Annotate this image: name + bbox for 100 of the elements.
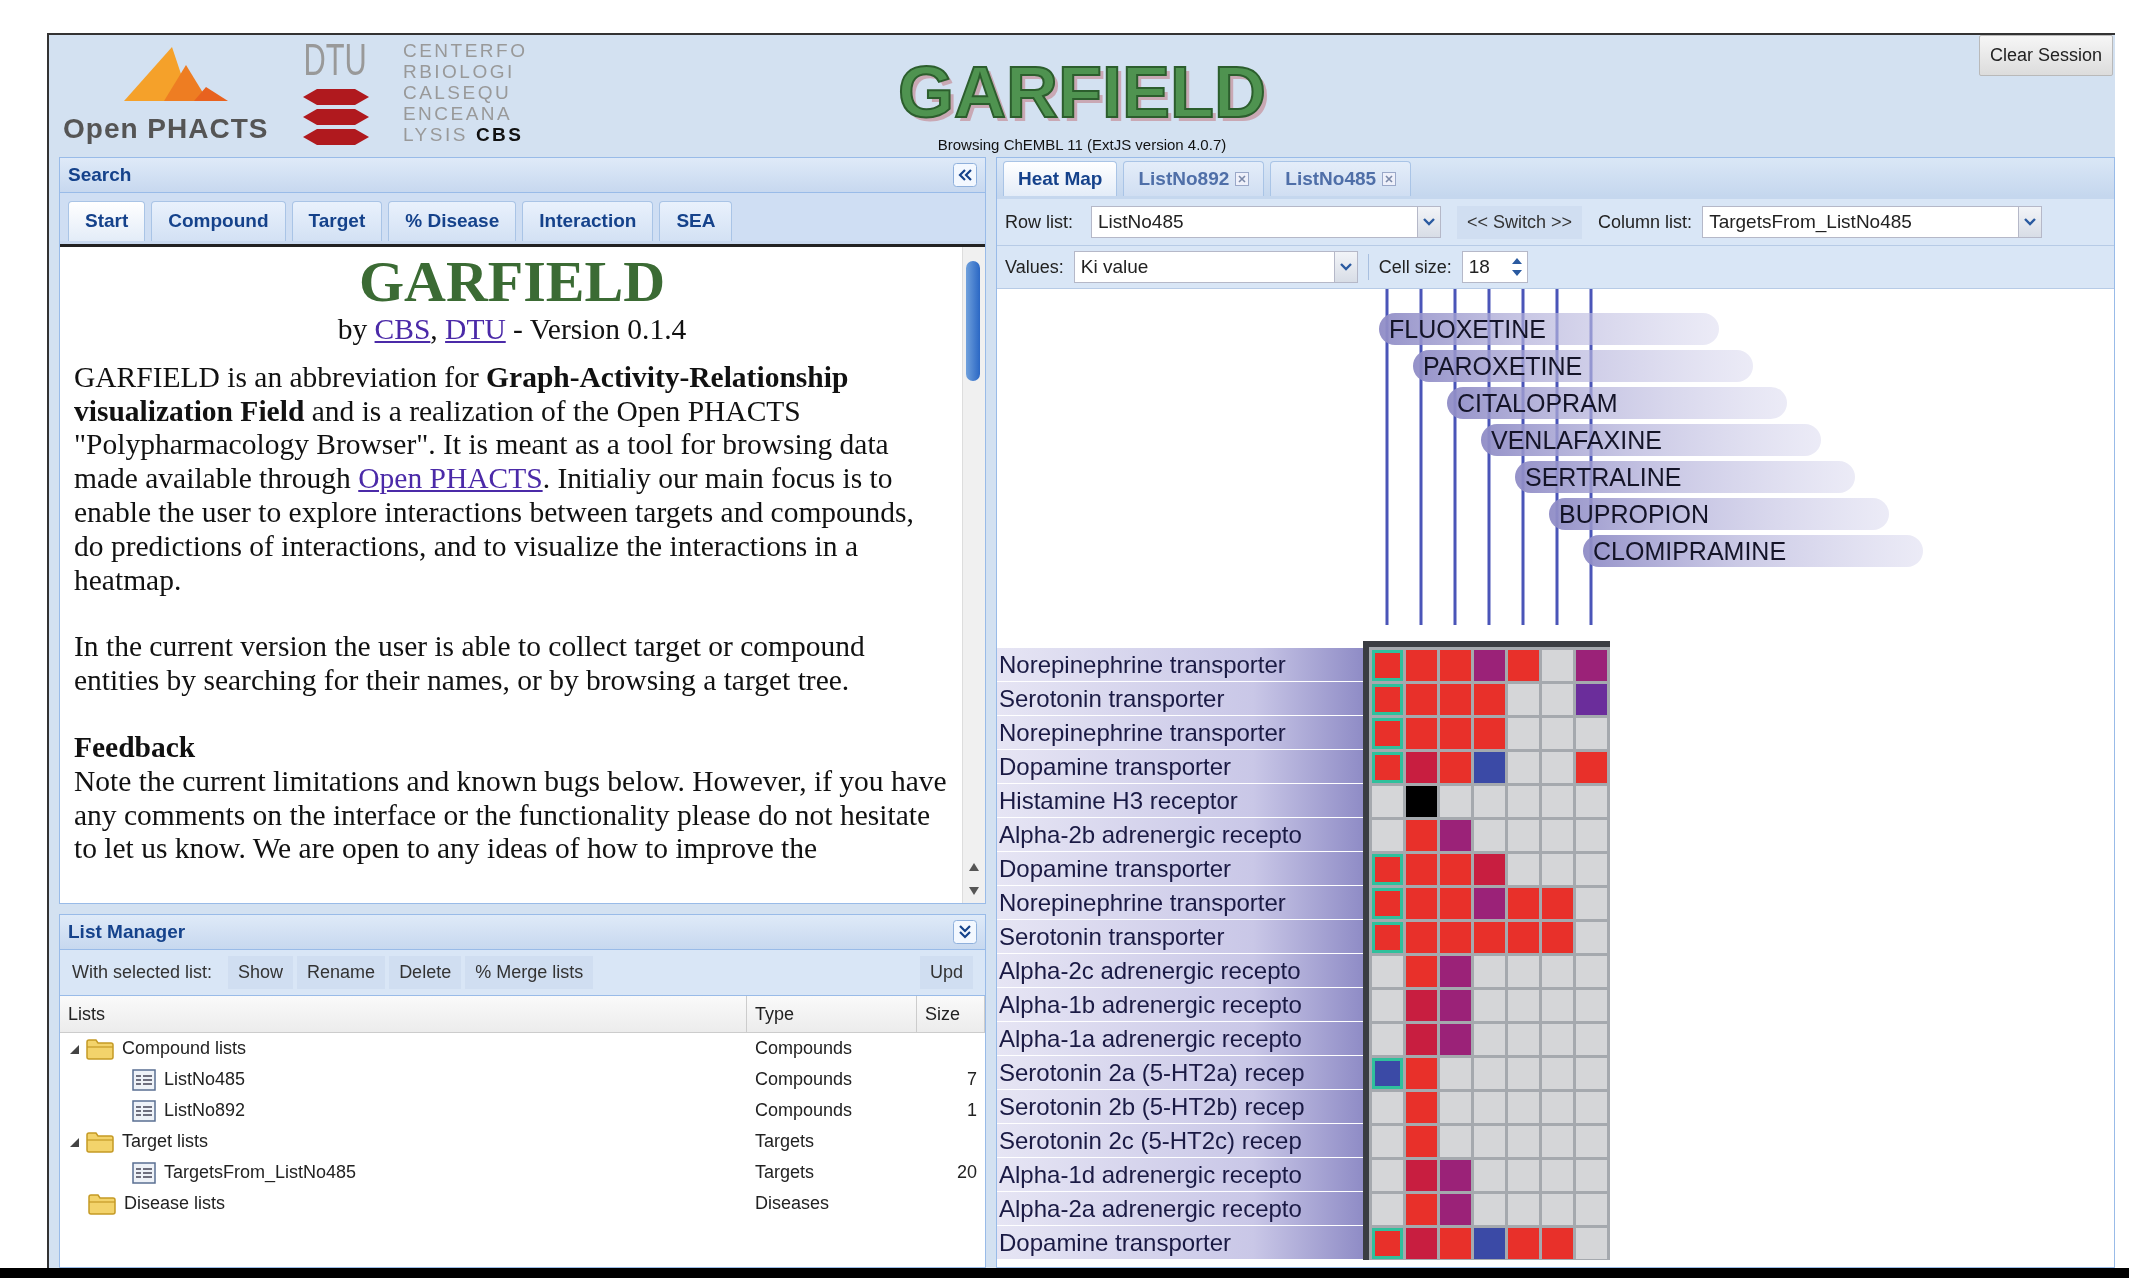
heatmap-cell[interactable] [1372,956,1403,987]
heatmap-cell[interactable] [1576,1024,1607,1055]
heatmap-cell[interactable] [1406,1092,1437,1123]
heatmap-cell[interactable] [1508,1058,1539,1089]
heatmap-cell[interactable] [1372,1024,1403,1055]
heatmap-cell[interactable] [1372,718,1403,749]
heatmap-cell[interactable] [1474,1194,1505,1225]
heatmap-cell[interactable] [1406,1194,1437,1225]
heatmap-cell[interactable] [1576,1194,1607,1225]
heatmap-cell[interactable] [1406,718,1437,749]
heatmap-cell[interactable] [1542,684,1573,715]
tab[interactable]: ListNo892 [1123,161,1265,196]
heatmap-cell[interactable] [1474,888,1505,919]
toolbar-button[interactable]: Show [228,956,294,989]
heatmap-cell[interactable] [1474,1160,1505,1191]
heatmap-cell[interactable] [1474,990,1505,1021]
heatmap-cell[interactable] [1508,1228,1539,1259]
tab[interactable]: Heat Map [1003,161,1118,196]
heatmap-cell[interactable] [1508,990,1539,1021]
heatmap-cell[interactable] [1542,786,1573,817]
heatmap-cell[interactable] [1576,1058,1607,1089]
heatmap-cell[interactable] [1474,1058,1505,1089]
heatmap-cell[interactable] [1440,650,1471,681]
heatmap-cell[interactable] [1576,786,1607,817]
heatmap-cell[interactable] [1406,1160,1437,1191]
number-spinner[interactable]: 18 [1461,251,1528,283]
heatmap-cell[interactable] [1508,718,1539,749]
heatmap-cell[interactable] [1508,854,1539,885]
tree-item[interactable]: TargetsFrom_ListNo485 [162,1162,359,1183]
heatmap-cell[interactable] [1440,718,1471,749]
heatmap-cell[interactable] [1474,1092,1505,1123]
heatmap-cell[interactable] [1440,1126,1471,1157]
chevron-down-icon[interactable] [2018,207,2042,237]
heatmap-cell[interactable] [1372,684,1403,715]
heatmap-cell[interactable] [1440,820,1471,851]
heatmap-cell[interactable] [1474,786,1505,817]
heatmap-cell[interactable] [1542,1024,1573,1055]
heatmap-cell[interactable] [1440,1058,1471,1089]
heatmap-cell[interactable] [1576,854,1607,885]
switch-button[interactable]: << Switch >> [1457,205,1583,239]
heatmap-cell[interactable] [1474,718,1505,749]
tab[interactable]: Interaction [522,201,654,241]
heatmap-cell[interactable] [1508,888,1539,919]
heatmap-cell[interactable] [1508,1126,1539,1157]
heatmap-cell[interactable] [1372,1058,1403,1089]
dropdown[interactable]: ListNo485 [1091,206,1441,238]
heatmap-cell[interactable] [1406,650,1437,681]
heatmap-cell[interactable] [1474,650,1505,681]
heatmap-cell[interactable] [1542,854,1573,885]
chevron-down-icon[interactable] [1333,252,1357,282]
heatmap-cell[interactable] [1508,956,1539,987]
heatmap-cell[interactable] [1576,820,1607,851]
heatmap-cell[interactable] [1406,1058,1437,1089]
tab[interactable]: Compound [151,201,286,241]
heatmap-cell[interactable] [1372,650,1403,681]
heatmap-cell[interactable] [1508,1024,1539,1055]
heatmap-cell[interactable] [1542,1126,1573,1157]
tree-item[interactable]: Target lists [120,1131,211,1152]
heatmap-cell[interactable] [1542,888,1573,919]
column-header[interactable]: Type [747,996,917,1032]
chevron-down-icon[interactable] [1417,207,1440,237]
heatmap-cell[interactable] [1440,786,1471,817]
heatmap-cell[interactable] [1372,1194,1403,1225]
heatmap-cell[interactable] [1576,650,1607,681]
heatmap-cell[interactable] [1440,1092,1471,1123]
heatmap-cell[interactable] [1542,956,1573,987]
scroll-thumb[interactable] [966,261,980,381]
scrollbar[interactable] [962,247,985,903]
heatmap-cell[interactable] [1542,1058,1573,1089]
heatmap-cell[interactable] [1372,820,1403,851]
heatmap-cell[interactable] [1576,990,1607,1021]
heatmap-cell[interactable] [1542,922,1573,953]
heatmap-cell[interactable] [1542,1228,1573,1259]
tab[interactable]: Start [68,201,146,241]
heatmap-cell[interactable] [1576,718,1607,749]
heatmap-cell[interactable] [1508,1092,1539,1123]
heatmap-cell[interactable] [1474,684,1505,715]
dropdown[interactable]: Ki value [1073,251,1358,283]
heatmap-cell[interactable] [1372,990,1403,1021]
heatmap-cell[interactable] [1508,1194,1539,1225]
heatmap-cell[interactable] [1508,650,1539,681]
heatmap-cell[interactable] [1474,854,1505,885]
heatmap-cell[interactable] [1406,786,1437,817]
heatmap-cell[interactable] [1440,956,1471,987]
heatmap-cell[interactable] [1576,1160,1607,1191]
heatmap-cell[interactable] [1406,820,1437,851]
heatmap-cell[interactable] [1474,820,1505,851]
heatmap-cell[interactable] [1542,990,1573,1021]
tab[interactable]: Target [291,201,383,241]
heatmap-cell[interactable] [1576,888,1607,919]
heatmap-cell[interactable] [1576,922,1607,953]
heatmap-cell[interactable] [1372,1228,1403,1259]
clear-session-button[interactable]: Clear Session [1978,35,2113,76]
heatmap-cell[interactable] [1372,854,1403,885]
link[interactable]: CBS [374,313,431,345]
heatmap-cell[interactable] [1440,888,1471,919]
collapse-icon[interactable] [953,163,977,187]
heatmap-cell[interactable] [1542,820,1573,851]
heatmap-cell[interactable] [1576,956,1607,987]
heatmap-cell[interactable] [1406,1024,1437,1055]
